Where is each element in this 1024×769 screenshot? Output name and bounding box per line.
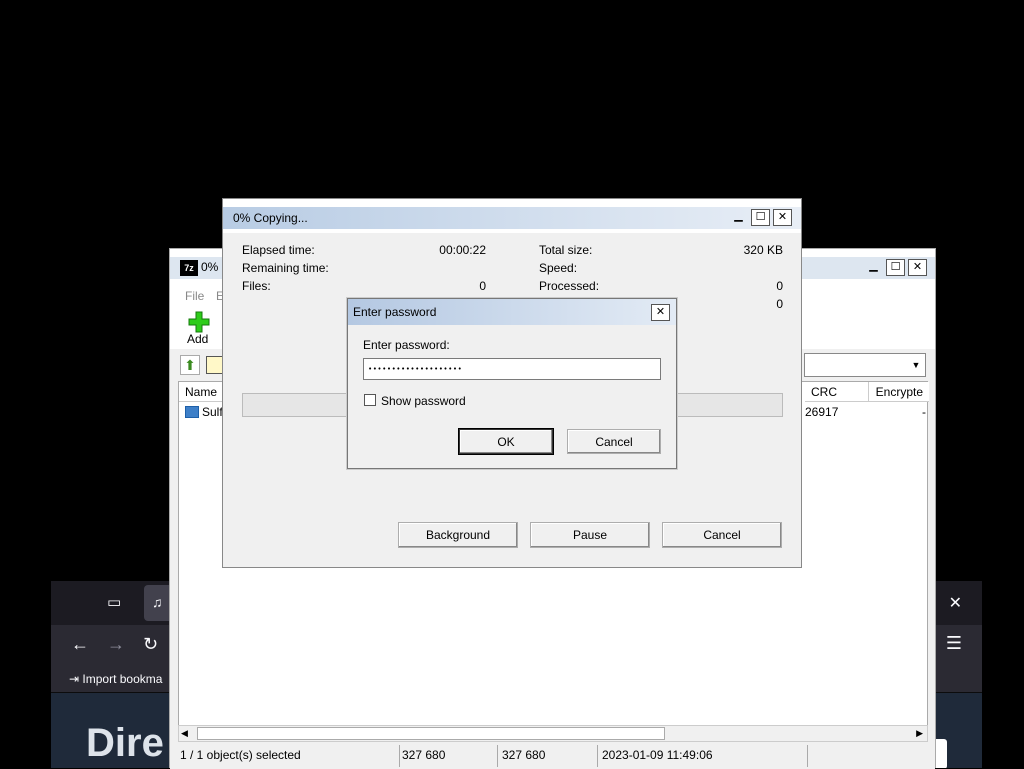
add-button-label[interactable]: Add: [187, 332, 208, 346]
close-button[interactable]: ✕: [773, 209, 792, 226]
status-size: 327 680: [398, 745, 498, 767]
row-name-cell: Sulf: [202, 405, 223, 419]
cancel-button[interactable]: Cancel: [662, 522, 782, 548]
elapsed-time-value: 00:00:22: [439, 243, 486, 257]
files-label: Files:: [242, 279, 271, 293]
music-note-icon: ♫: [152, 594, 163, 610]
status-packed-size: 327 680: [498, 745, 598, 767]
minimize-button[interactable]: ▁: [864, 259, 883, 276]
ok-button[interactable]: OK: [459, 429, 553, 454]
scroll-right-icon[interactable]: ▶: [916, 728, 923, 739]
copy-dialog-title: 0% Copying...: [233, 211, 308, 225]
menu-file[interactable]: File: [185, 289, 204, 303]
status-bar: 1 / 1 object(s) selected 327 680 327 680…: [170, 745, 935, 769]
scroll-left-icon[interactable]: ◀: [181, 728, 188, 739]
row-encrypted-cell: -: [922, 405, 926, 419]
show-password-label[interactable]: Show password: [381, 394, 466, 408]
status-selection: 1 / 1 object(s) selected: [176, 745, 400, 767]
files-value: 0: [479, 279, 486, 293]
horizontal-scrollbar[interactable]: ◀ ▶: [178, 725, 928, 742]
page-hero-heading: Dire: [86, 721, 164, 765]
column-header-encrypted[interactable]: Encrypte: [869, 382, 929, 402]
close-button[interactable]: ✕: [908, 259, 927, 276]
total-size-label: Total size:: [539, 243, 593, 257]
password-input[interactable]: ••••••••••••••••••••: [363, 358, 661, 380]
tab-manager-icon[interactable]: ▭: [107, 593, 125, 611]
enter-password-dialog: Enter password ✕ Enter password: •••••••…: [347, 298, 677, 469]
background-button[interactable]: Background: [398, 522, 518, 548]
speed-label: Speed:: [539, 261, 578, 275]
import-bookmarks-link[interactable]: ⇥ Import bookma: [69, 672, 162, 686]
forward-arrow-icon[interactable]: →: [107, 634, 125, 655]
window-close-icon[interactable]: ✕: [949, 593, 962, 613]
total-size-value: 320 KB: [743, 243, 783, 257]
processed-value: 0: [776, 279, 783, 293]
password-dialog-titlebar: Enter password ✕: [348, 299, 676, 325]
chevron-down-icon: ▼: [911, 360, 921, 370]
processed-label: Processed:: [539, 279, 600, 293]
show-password-checkbox[interactable]: [364, 394, 376, 406]
maximize-button[interactable]: ☐: [886, 259, 905, 276]
column-header-crc[interactable]: CRC: [805, 382, 869, 402]
plus-icon[interactable]: [188, 311, 210, 333]
minimize-button[interactable]: ▁: [729, 209, 748, 226]
address-dropdown[interactable]: ▼: [804, 353, 926, 377]
up-folder-icon[interactable]: ⬆: [180, 355, 200, 375]
password-dialog-title: Enter password: [353, 305, 437, 319]
scrollbar-thumb[interactable]: [197, 727, 665, 740]
copy-dialog-titlebar: 0% Copying... ▁ ☐ ✕: [223, 199, 801, 233]
file-icon: [185, 406, 199, 418]
maximize-button[interactable]: ☐: [751, 209, 770, 226]
7zip-app-icon: 7z: [180, 260, 198, 276]
compressed-value: 0: [776, 297, 783, 311]
remaining-time-label: Remaining time:: [242, 261, 329, 275]
close-icon[interactable]: ✕: [651, 304, 670, 321]
password-prompt-label: Enter password:: [363, 338, 450, 352]
hamburger-menu-icon[interactable]: ☰: [946, 633, 962, 654]
import-icon: ⇥: [69, 672, 83, 686]
back-arrow-icon[interactable]: ←: [71, 634, 89, 655]
reload-icon[interactable]: ↻: [143, 634, 158, 655]
row-crc-cell: 26917: [805, 405, 839, 419]
status-modified: 2023-01-09 11:49:06: [598, 745, 808, 767]
pause-button[interactable]: Pause: [530, 522, 650, 548]
password-cancel-button[interactable]: Cancel: [567, 429, 661, 454]
elapsed-time-label: Elapsed time:: [242, 243, 315, 257]
